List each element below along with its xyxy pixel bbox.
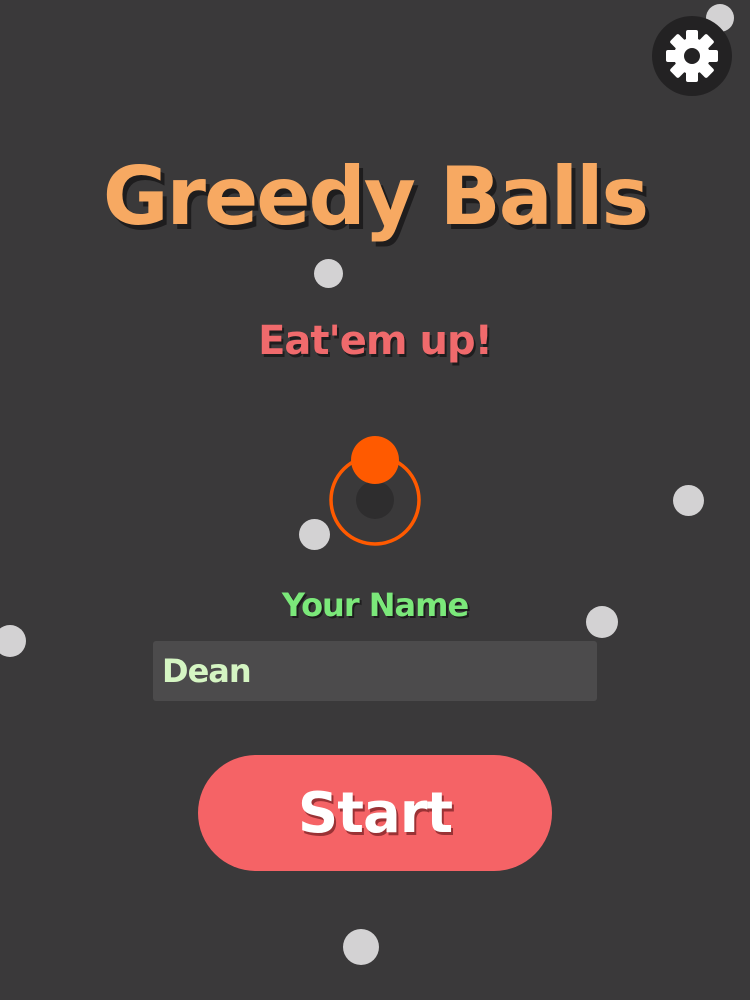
food-pellet (673, 485, 704, 516)
game-title: Greedy Balls (102, 150, 649, 243)
player-ball-icon (329, 436, 421, 546)
game-subtitle: Eat'em up! (258, 318, 493, 364)
name-input[interactable] (153, 641, 597, 701)
settings-button[interactable] (652, 16, 732, 96)
food-pellet (0, 625, 26, 657)
start-button[interactable]: Start (198, 755, 552, 871)
food-pellet (343, 929, 379, 965)
gear-icon (666, 30, 718, 82)
your-name-label: Your Name (281, 586, 469, 624)
game-menu-screen: Greedy Balls Eat'em up! Your Name Start (0, 0, 750, 1000)
food-pellet (314, 259, 343, 288)
